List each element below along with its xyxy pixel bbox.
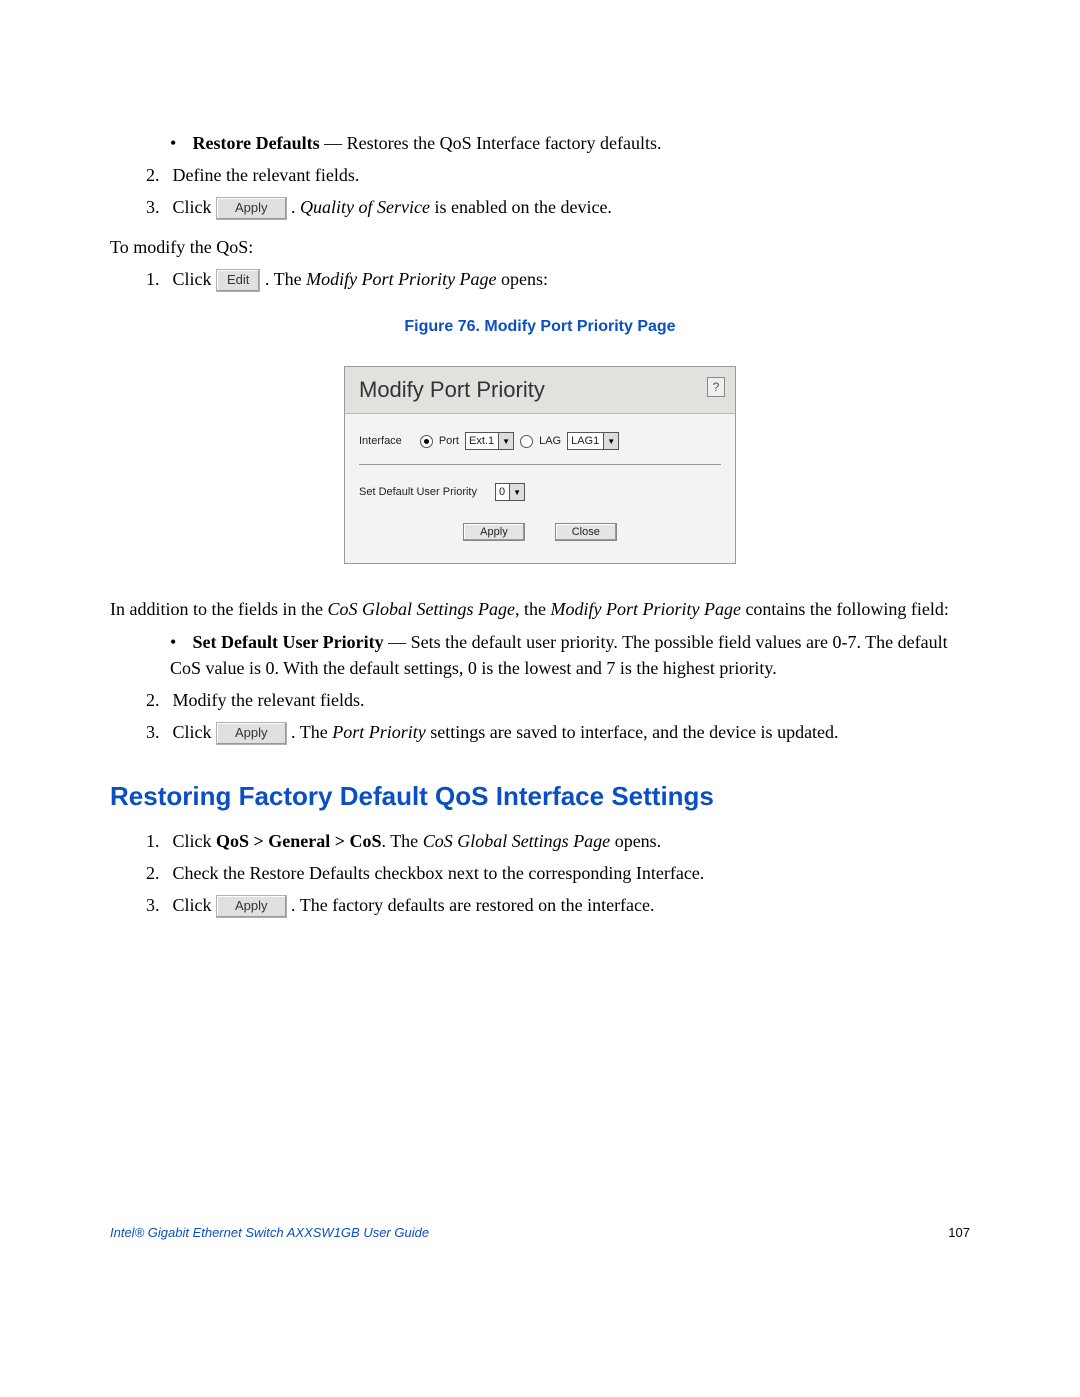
step-num: 1.	[146, 828, 168, 854]
port-label: Port	[439, 435, 459, 447]
modify-port-priority-dialog: Modify Port Priority ? Interface Port Ex…	[344, 366, 736, 564]
apply-button-inline[interactable]: Apply	[216, 895, 287, 918]
chevron-down-icon: ▼	[498, 433, 513, 449]
priority-select[interactable]: 0 ▼	[495, 483, 525, 501]
port-value: Ext.1	[469, 435, 494, 447]
divider	[359, 464, 721, 465]
step-ital: Quality of Service	[300, 197, 430, 217]
bold: QoS > General > CoS	[216, 831, 382, 851]
step-num: 3.	[146, 892, 168, 918]
step-num: 2.	[146, 687, 168, 713]
step-pre: Click	[173, 197, 217, 217]
bullet-set-default: • Set Default User Priority — Sets the d…	[170, 629, 970, 681]
section-heading: Restoring Factory Default QoS Interface …	[110, 781, 970, 812]
dialog-title: Modify Port Priority	[359, 377, 545, 403]
step-text: Check the Restore Defaults checkbox next…	[173, 863, 705, 883]
step-pre: Click	[173, 722, 217, 742]
modify-lead: To modify the QoS:	[110, 234, 970, 260]
step-post: settings are saved to interface, and the…	[426, 722, 839, 742]
dialog-header: Modify Port Priority ?	[345, 367, 735, 414]
ital: CoS Global Settings Page	[327, 599, 515, 619]
step-pre: Click	[173, 895, 217, 915]
step-3-apply: 3. Click Apply . Quality of Service is e…	[146, 194, 970, 220]
step-num: 2.	[146, 860, 168, 886]
bullet-restore-defaults: • Restore Defaults — Restores the QoS In…	[170, 130, 970, 156]
dialog-body: Interface Port Ext.1 ▼ LAG LAG1 ▼ Set De…	[345, 414, 735, 563]
step-2-define: 2. Define the relevant fields.	[146, 162, 970, 188]
bullet-dot: •	[170, 130, 188, 156]
interface-label: Interface	[359, 435, 402, 447]
step-ital: Modify Port Priority Page	[306, 269, 496, 289]
help-icon[interactable]: ?	[707, 377, 725, 397]
text-restore: — Restores the QoS Interface factory def…	[320, 133, 662, 153]
page-number: 107	[948, 1225, 970, 1240]
step-mid: . The	[291, 722, 332, 742]
bullet-dot: •	[170, 629, 188, 655]
ital: CoS Global Settings Page	[423, 831, 611, 851]
step-num: 2.	[146, 162, 168, 188]
restore-step-1: 1. Click QoS > General > CoS. The CoS Gl…	[146, 828, 970, 854]
step-num: 3.	[146, 194, 168, 220]
chevron-down-icon: ▼	[509, 484, 524, 500]
sdu-value: 0	[499, 486, 505, 498]
port-radio[interactable]	[420, 435, 433, 448]
lag-radio[interactable]	[520, 435, 533, 448]
dialog-buttons: Apply Close	[359, 523, 721, 541]
step-num: 1.	[146, 266, 168, 292]
step-mid: .	[291, 197, 300, 217]
step-post: . The factory defaults are restored on t…	[291, 895, 655, 915]
page: • Restore Defaults — Restores the QoS In…	[0, 0, 1080, 1280]
lag-value: LAG1	[571, 435, 599, 447]
step-mid: . The	[265, 269, 306, 289]
after-paragraph: In addition to the fields in the CoS Glo…	[110, 596, 970, 622]
step-pre: Click	[173, 269, 217, 289]
footer-title: Intel® Gigabit Ethernet Switch AXXSW1GB …	[110, 1225, 429, 1240]
lag-select[interactable]: LAG1 ▼	[567, 432, 619, 450]
lag-label: LAG	[539, 435, 561, 447]
step-num: 3.	[146, 719, 168, 745]
step-post: is enabled on the device.	[430, 197, 612, 217]
sdu-label: Set Default User Priority	[359, 486, 477, 498]
chevron-down-icon: ▼	[603, 433, 618, 449]
bold-restore: Restore Defaults	[193, 133, 320, 153]
priority-row: Set Default User Priority 0 ▼	[359, 479, 721, 505]
after-step-3: 3. Click Apply . The Port Priority setti…	[146, 719, 970, 745]
sdu-bold: Set Default User Priority	[193, 632, 384, 652]
edit-button-inline[interactable]: Edit	[216, 269, 260, 292]
figure-caption: Figure 76. Modify Port Priority Page	[110, 318, 970, 336]
dialog-apply-button[interactable]: Apply	[463, 523, 525, 541]
apply-button-inline[interactable]: Apply	[216, 197, 287, 220]
restore-step-3: 3. Click Apply . The factory defaults ar…	[146, 892, 970, 918]
text: , the	[515, 599, 551, 619]
step-text: Define the relevant fields.	[173, 165, 360, 185]
ital: Modify Port Priority Page	[550, 599, 740, 619]
text: contains the following field:	[741, 599, 949, 619]
step-ital: Port Priority	[332, 722, 426, 742]
text: In addition to the fields in the	[110, 599, 327, 619]
apply-button-inline[interactable]: Apply	[216, 722, 287, 745]
t: Click	[173, 831, 217, 851]
page-footer: Intel® Gigabit Ethernet Switch AXXSW1GB …	[110, 1225, 970, 1240]
dialog-close-button[interactable]: Close	[555, 523, 617, 541]
after-step-2: 2. Modify the relevant fields.	[146, 687, 970, 713]
t: . The	[382, 831, 423, 851]
port-select[interactable]: Ext.1 ▼	[465, 432, 514, 450]
restore-step-2: 2. Check the Restore Defaults checkbox n…	[146, 860, 970, 886]
t: opens.	[610, 831, 661, 851]
step-post: opens:	[497, 269, 549, 289]
modify-step-1: 1. Click Edit . The Modify Port Priority…	[146, 266, 970, 292]
interface-row: Interface Port Ext.1 ▼ LAG LAG1 ▼	[359, 428, 721, 454]
step-text: Modify the relevant fields.	[173, 690, 365, 710]
